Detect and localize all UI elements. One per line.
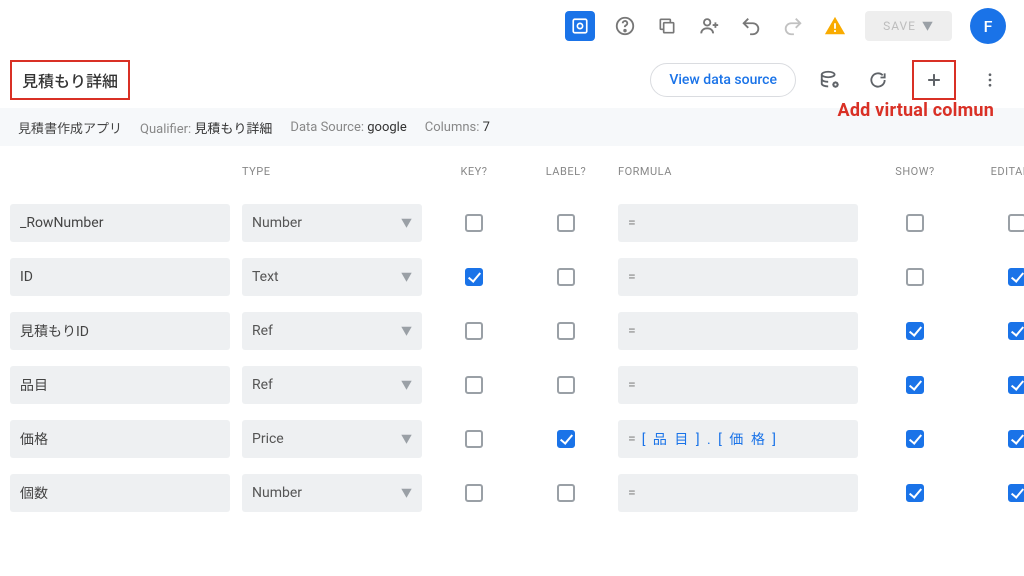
show-checkbox[interactable]: [906, 268, 924, 286]
show-checkbox[interactable]: [906, 430, 924, 448]
editable-checkbox[interactable]: [1008, 484, 1024, 502]
top-toolbar: SAVE ▼ F: [0, 0, 1024, 52]
hdr-type: TYPE: [242, 165, 422, 178]
chevron-down-icon: ▼: [922, 18, 934, 34]
chevron-down-icon: ▼: [401, 377, 412, 393]
editable-checkbox[interactable]: [1008, 430, 1024, 448]
avatar[interactable]: F: [970, 8, 1006, 44]
type-select[interactable]: Number▼: [242, 474, 422, 512]
column-name-cell[interactable]: 価格: [10, 420, 230, 458]
redo-icon[interactable]: [781, 14, 805, 38]
column-name-cell[interactable]: ID: [10, 258, 230, 296]
key-checkbox[interactable]: [465, 430, 483, 448]
table-name[interactable]: 見積もり詳細: [10, 60, 130, 100]
hdr-show: SHOW?: [870, 165, 960, 178]
type-select[interactable]: Number▼: [242, 204, 422, 242]
formula-cell[interactable]: =: [618, 258, 858, 296]
app-name: 見積書作成アプリ: [18, 118, 122, 137]
hdr-label: LABEL?: [526, 165, 606, 178]
table-row: 個数 Number▼ =: [0, 466, 1024, 520]
table-row: 見積もりID Ref▼ =: [0, 304, 1024, 358]
key-checkbox[interactable]: [465, 214, 483, 232]
key-checkbox[interactable]: [465, 484, 483, 502]
table-row: _RowNumber Number▼ =: [0, 196, 1024, 250]
show-checkbox[interactable]: [906, 376, 924, 394]
type-select[interactable]: Ref▼: [242, 366, 422, 404]
show-checkbox[interactable]: [906, 322, 924, 340]
more-menu-icon[interactable]: [976, 66, 1004, 94]
view-data-source-button[interactable]: View data source: [650, 63, 796, 97]
formula-cell[interactable]: =: [618, 204, 858, 242]
warning-icon[interactable]: [823, 14, 847, 38]
annotation-text: Add virtual colmun: [838, 100, 994, 121]
formula-cell[interactable]: = [ 品 目 ] . [ 価 格 ]: [618, 420, 858, 458]
hdr-editable: EDITABLE: [972, 165, 1024, 178]
key-checkbox[interactable]: [465, 268, 483, 286]
preview-icon[interactable]: [565, 11, 595, 41]
column-name-cell[interactable]: 個数: [10, 474, 230, 512]
type-select[interactable]: Price▼: [242, 420, 422, 458]
editable-checkbox[interactable]: [1008, 214, 1024, 232]
table-row: 価格 Price▼ = [ 品 目 ] . [ 価 格 ]: [0, 412, 1024, 466]
formula-cell[interactable]: =: [618, 366, 858, 404]
save-button: SAVE ▼: [865, 11, 952, 41]
label-checkbox[interactable]: [557, 268, 575, 286]
label-checkbox[interactable]: [557, 322, 575, 340]
show-checkbox[interactable]: [906, 484, 924, 502]
plus-icon: [920, 66, 948, 94]
key-checkbox[interactable]: [465, 376, 483, 394]
copy-icon[interactable]: [655, 14, 679, 38]
help-icon[interactable]: [613, 14, 637, 38]
show-checkbox[interactable]: [906, 214, 924, 232]
editable-checkbox[interactable]: [1008, 268, 1024, 286]
column-name-cell[interactable]: 品目: [10, 366, 230, 404]
label-checkbox[interactable]: [557, 430, 575, 448]
type-select[interactable]: Ref▼: [242, 312, 422, 350]
type-select[interactable]: Text▼: [242, 258, 422, 296]
data-settings-icon[interactable]: [816, 66, 844, 94]
chevron-down-icon: ▼: [401, 323, 412, 339]
chevron-down-icon: ▼: [401, 431, 412, 447]
chevron-down-icon: ▼: [401, 215, 412, 231]
key-checkbox[interactable]: [465, 322, 483, 340]
columns-table: TYPE KEY? LABEL? FORMULA SHOW? EDITABLE …: [0, 146, 1024, 520]
chevron-down-icon: ▼: [401, 269, 412, 285]
label-checkbox[interactable]: [557, 214, 575, 232]
editable-checkbox[interactable]: [1008, 322, 1024, 340]
editable-checkbox[interactable]: [1008, 376, 1024, 394]
table-header-row: TYPE KEY? LABEL? FORMULA SHOW? EDITABLE: [0, 146, 1024, 196]
chevron-down-icon: ▼: [401, 485, 412, 501]
table-header-bar: 見積もり詳細 View data source Add virtual colm…: [0, 52, 1024, 108]
add-column-button[interactable]: [912, 60, 956, 100]
save-label: SAVE: [883, 19, 916, 33]
column-name-cell[interactable]: _RowNumber: [10, 204, 230, 242]
formula-cell[interactable]: =: [618, 312, 858, 350]
formula-cell[interactable]: =: [618, 474, 858, 512]
refresh-icon[interactable]: [864, 66, 892, 94]
table-row: 品目 Ref▼ =: [0, 358, 1024, 412]
label-checkbox[interactable]: [557, 376, 575, 394]
hdr-key: KEY?: [434, 165, 514, 178]
add-user-icon[interactable]: [697, 14, 721, 38]
hdr-formula: FORMULA: [618, 165, 858, 178]
undo-icon[interactable]: [739, 14, 763, 38]
label-checkbox[interactable]: [557, 484, 575, 502]
column-name-cell[interactable]: 見積もりID: [10, 312, 230, 350]
table-row: ID Text▼ =: [0, 250, 1024, 304]
